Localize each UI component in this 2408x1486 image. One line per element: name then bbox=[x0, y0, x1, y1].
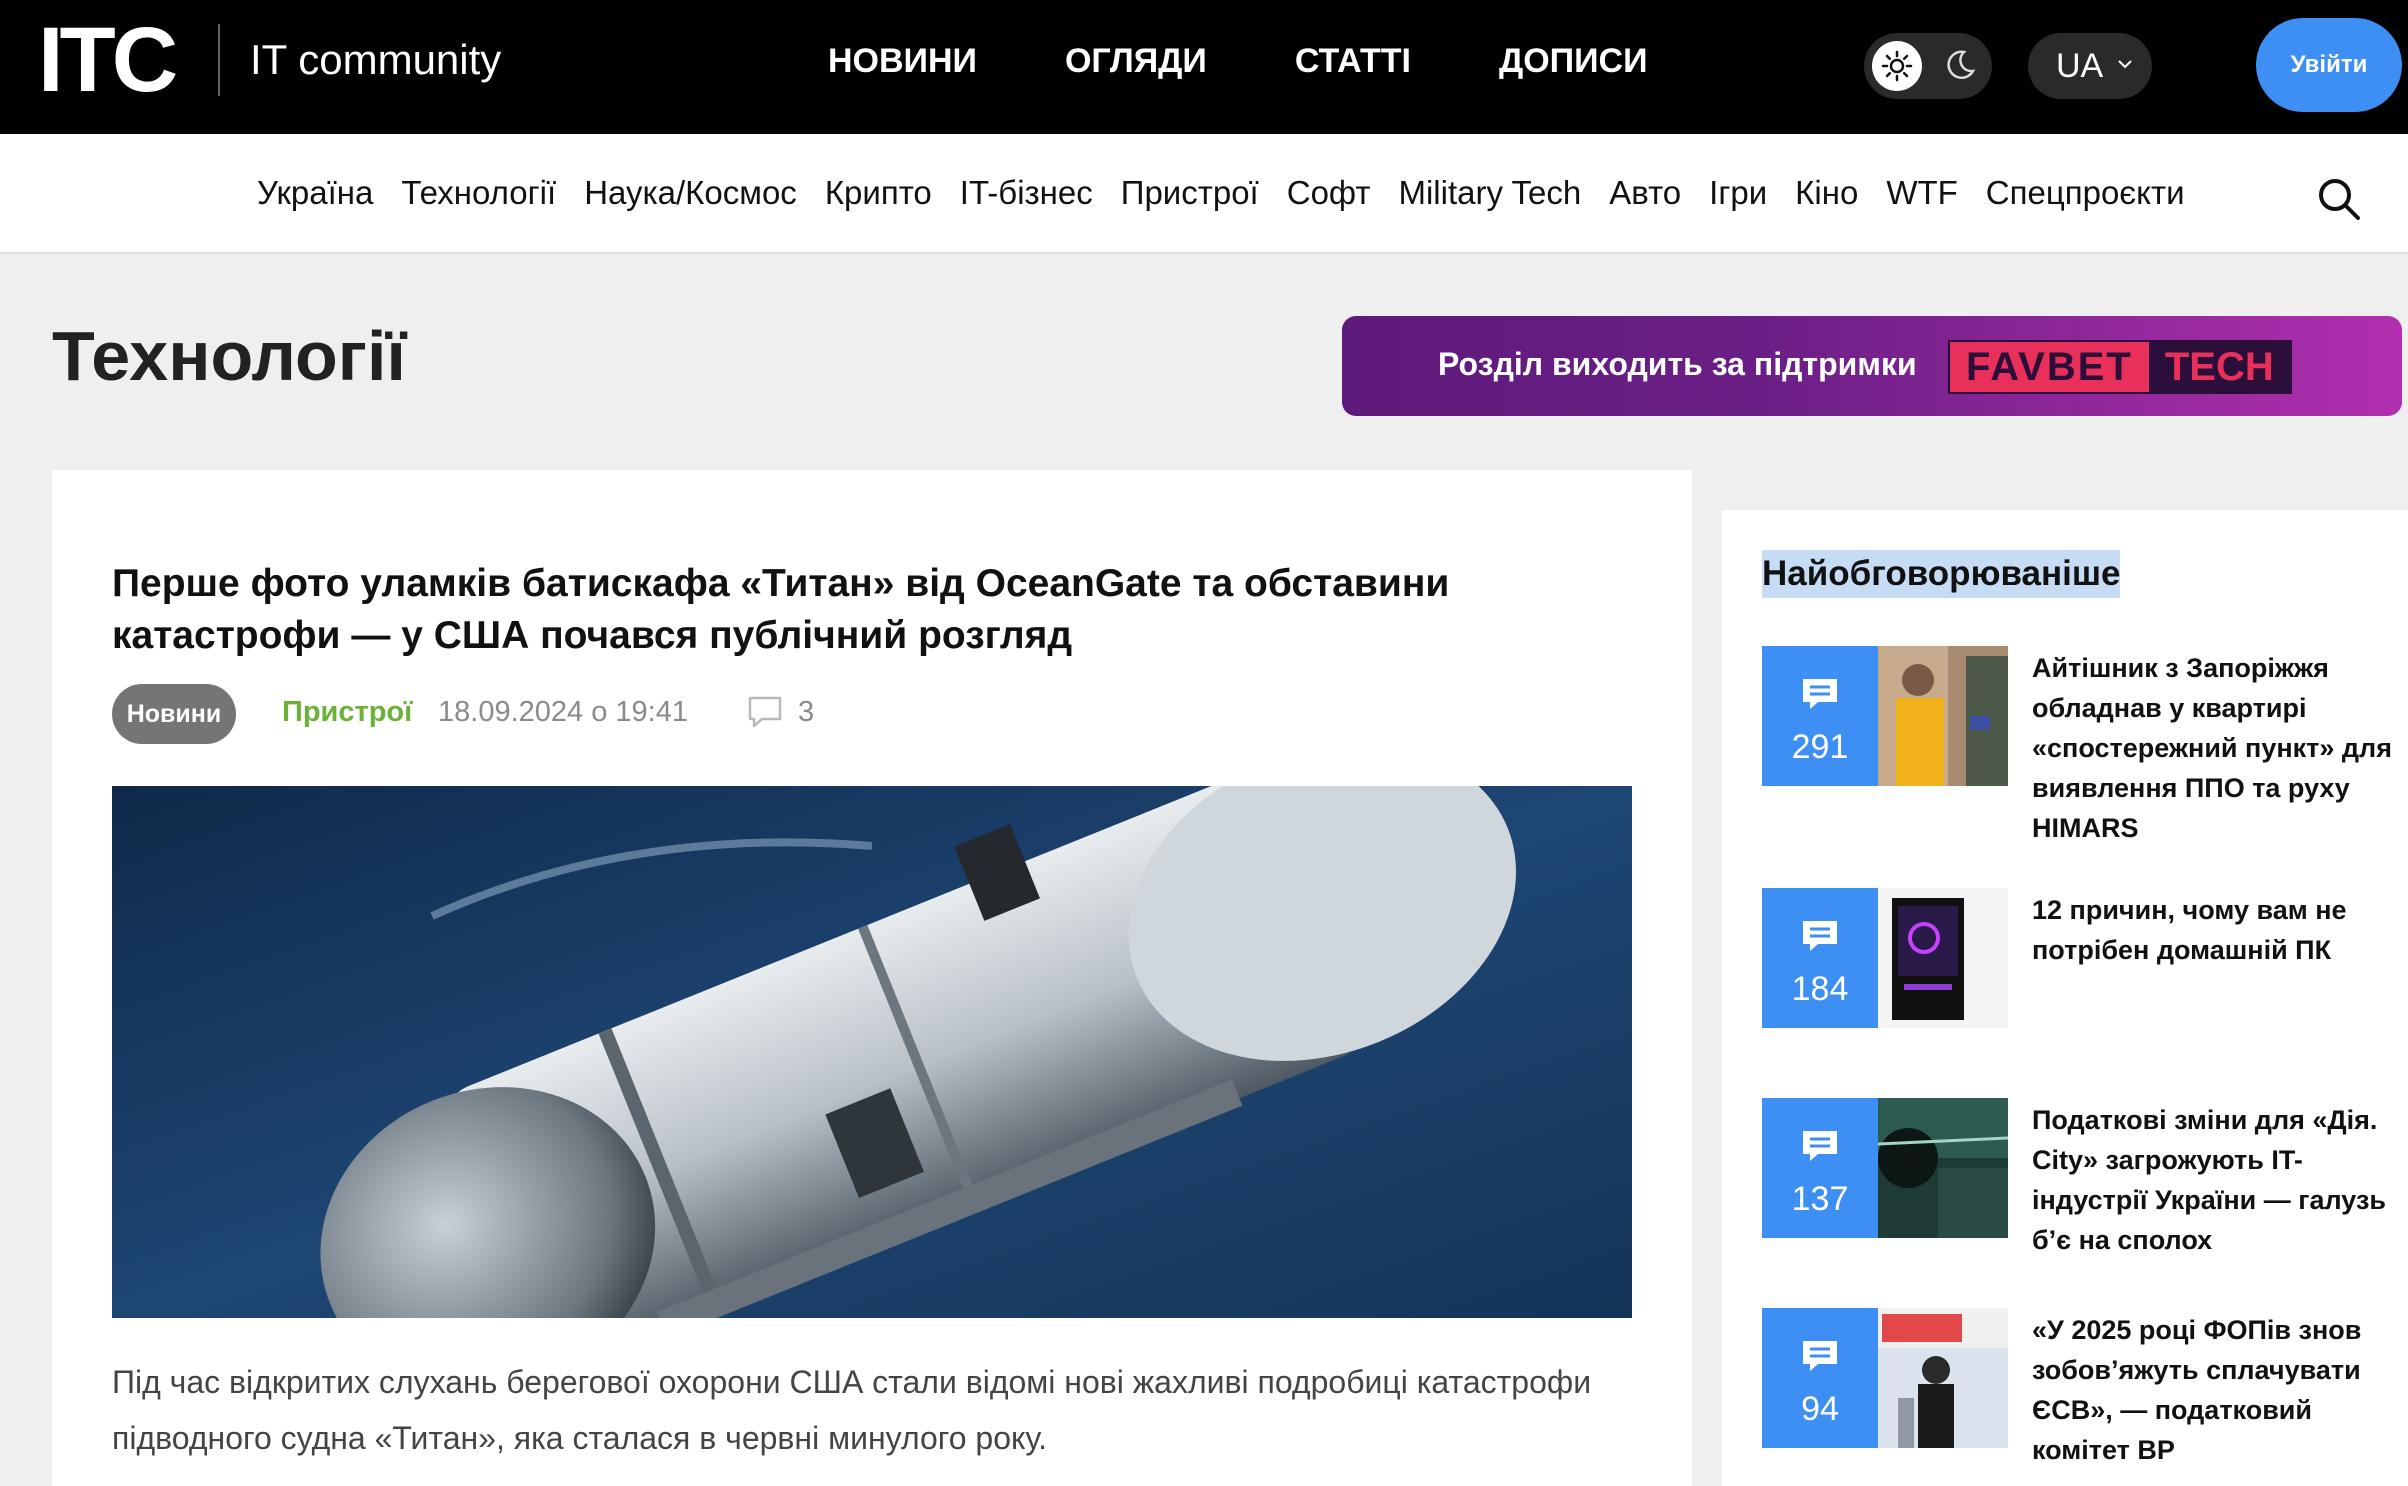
sidebar-item[interactable]: 291 Айтішник з Запоріжжя обладнав у квар… bbox=[1762, 646, 2402, 843]
article-card: Перше фото уламків батискафа «Титан» від… bbox=[52, 470, 1692, 1486]
comment-count-box: 184 bbox=[1762, 888, 1878, 1028]
category-auto[interactable]: Авто bbox=[1609, 174, 1681, 212]
sidebar-thumbnail[interactable] bbox=[1878, 1098, 2008, 1238]
comment-count-box: 94 bbox=[1762, 1308, 1878, 1448]
news-badge[interactable]: Новини bbox=[112, 684, 236, 744]
sponsor-logo-part-1: FAVBET bbox=[1950, 342, 2149, 392]
comment-count: 291 bbox=[1791, 728, 1849, 766]
page-title: Технології bbox=[52, 317, 407, 395]
comment-count-box: 291 bbox=[1762, 646, 1878, 786]
chevron-down-icon bbox=[2118, 60, 2132, 69]
article-lede: Під час відкритих слухань берегової охор… bbox=[112, 1364, 1592, 1456]
sidebar-item-title[interactable]: Податкові зміни для «Дія. City» загрожую… bbox=[2032, 1100, 2402, 1260]
category-technology[interactable]: Технології bbox=[401, 174, 556, 212]
category-crypto[interactable]: Крипто bbox=[825, 174, 932, 212]
moon-icon[interactable] bbox=[1942, 47, 1978, 83]
sidebar-thumbnail[interactable] bbox=[1878, 1308, 2008, 1448]
category-it-business[interactable]: IT-бізнес bbox=[960, 174, 1093, 212]
top-bar: ITC IT community НОВИНИ ОГЛЯДИ СТАТТІ ДО… bbox=[0, 0, 2408, 134]
article-hero-image[interactable] bbox=[112, 786, 1632, 1318]
main-nav-reviews[interactable]: ОГЛЯДИ bbox=[1065, 42, 1207, 81]
comment-icon bbox=[1803, 679, 1837, 709]
community-label: IT community bbox=[250, 36, 502, 83]
comment-icon bbox=[748, 696, 782, 728]
search-icon[interactable] bbox=[2316, 176, 2362, 222]
sidebar-thumbnail[interactable] bbox=[1878, 888, 2008, 1028]
category-wtf[interactable]: WTF bbox=[1886, 174, 1957, 212]
comment-icon bbox=[1803, 921, 1837, 951]
sidebar-title: Найобговорюваніше bbox=[1762, 550, 2121, 598]
category-nav: Україна Технології Наука/Космос Крипто I… bbox=[257, 174, 2213, 212]
category-cinema[interactable]: Кіно bbox=[1795, 174, 1858, 212]
article-date: 18.09.2024 о 19:41 bbox=[438, 696, 688, 728]
logo-divider bbox=[218, 24, 220, 96]
most-discussed-sidebar: Найобговорюваніше 291 Айтішник з Запоріж… bbox=[1722, 510, 2408, 1486]
theme-toggle[interactable] bbox=[1864, 33, 1992, 99]
comment-icon bbox=[1803, 1131, 1837, 1161]
sidebar-item[interactable]: 94 «У 2025 році ФОПів знов зобов’яжуть с… bbox=[1762, 1308, 2402, 1465]
sponsor-logo: FAVBET TECH bbox=[1948, 340, 2292, 394]
comments-count: 3 bbox=[798, 695, 815, 728]
login-button[interactable]: Увійти bbox=[2256, 18, 2402, 112]
main-nav-posts[interactable]: ДОПИСИ bbox=[1499, 42, 1648, 81]
logo-text: ITC bbox=[38, 8, 178, 111]
sidebar-item-title[interactable]: Айтішник з Запоріжжя обладнав у квартирі… bbox=[2032, 648, 2402, 848]
language-value: UA bbox=[2056, 46, 2104, 85]
category-science-space[interactable]: Наука/Космос bbox=[584, 174, 797, 212]
category-special-projects[interactable]: Спецпроєкти bbox=[1986, 174, 2185, 212]
article-title[interactable]: Перше фото уламків батискафа «Титан» від… bbox=[112, 558, 1512, 662]
comment-count: 137 bbox=[1791, 1180, 1849, 1218]
comment-icon bbox=[1803, 1341, 1837, 1371]
sidebar-item[interactable]: 184 12 причин, чому вам не потрібен дома… bbox=[1762, 888, 2402, 1038]
sun-icon[interactable] bbox=[1872, 41, 1922, 91]
site-logo[interactable]: ITC bbox=[38, 14, 178, 106]
sponsor-logo-part-2: TECH bbox=[2148, 342, 2290, 392]
comment-count: 184 bbox=[1791, 970, 1849, 1008]
article-comments[interactable]: 3 bbox=[746, 694, 814, 730]
main-nav-articles[interactable]: СТАТТІ bbox=[1295, 42, 1411, 81]
language-select[interactable]: UA bbox=[2028, 33, 2152, 99]
sidebar-item-title[interactable]: 12 причин, чому вам не потрібен домашній… bbox=[2032, 890, 2402, 970]
banner-text: Розділ виходить за підтримки bbox=[1438, 346, 1917, 382]
category-bar: Україна Технології Наука/Космос Крипто I… bbox=[0, 134, 2408, 254]
category-ukraine[interactable]: Україна bbox=[257, 174, 373, 212]
sponsor-banner[interactable]: Розділ виходить за підтримки FAVBET TECH bbox=[1342, 316, 2402, 416]
sidebar-thumbnail[interactable] bbox=[1878, 646, 2008, 786]
article-category[interactable]: Пристрої bbox=[282, 696, 412, 729]
category-military-tech[interactable]: Military Tech bbox=[1398, 174, 1581, 212]
category-devices[interactable]: Пристрої bbox=[1121, 174, 1259, 212]
category-software[interactable]: Софт bbox=[1287, 174, 1371, 212]
sidebar-item[interactable]: 137 Податкові зміни для «Дія. City» загр… bbox=[1762, 1098, 2402, 1255]
main-nav-news[interactable]: НОВИНИ bbox=[828, 42, 977, 81]
main-nav: НОВИНИ ОГЛЯДИ СТАТТІ ДОПИСИ bbox=[828, 42, 1736, 81]
comment-count-box: 137 bbox=[1762, 1098, 1878, 1238]
sidebar-item-title[interactable]: «У 2025 році ФОПів знов зобов’яжуть спла… bbox=[2032, 1310, 2402, 1470]
category-games[interactable]: Ігри bbox=[1709, 174, 1767, 212]
comment-count: 94 bbox=[1801, 1390, 1839, 1428]
